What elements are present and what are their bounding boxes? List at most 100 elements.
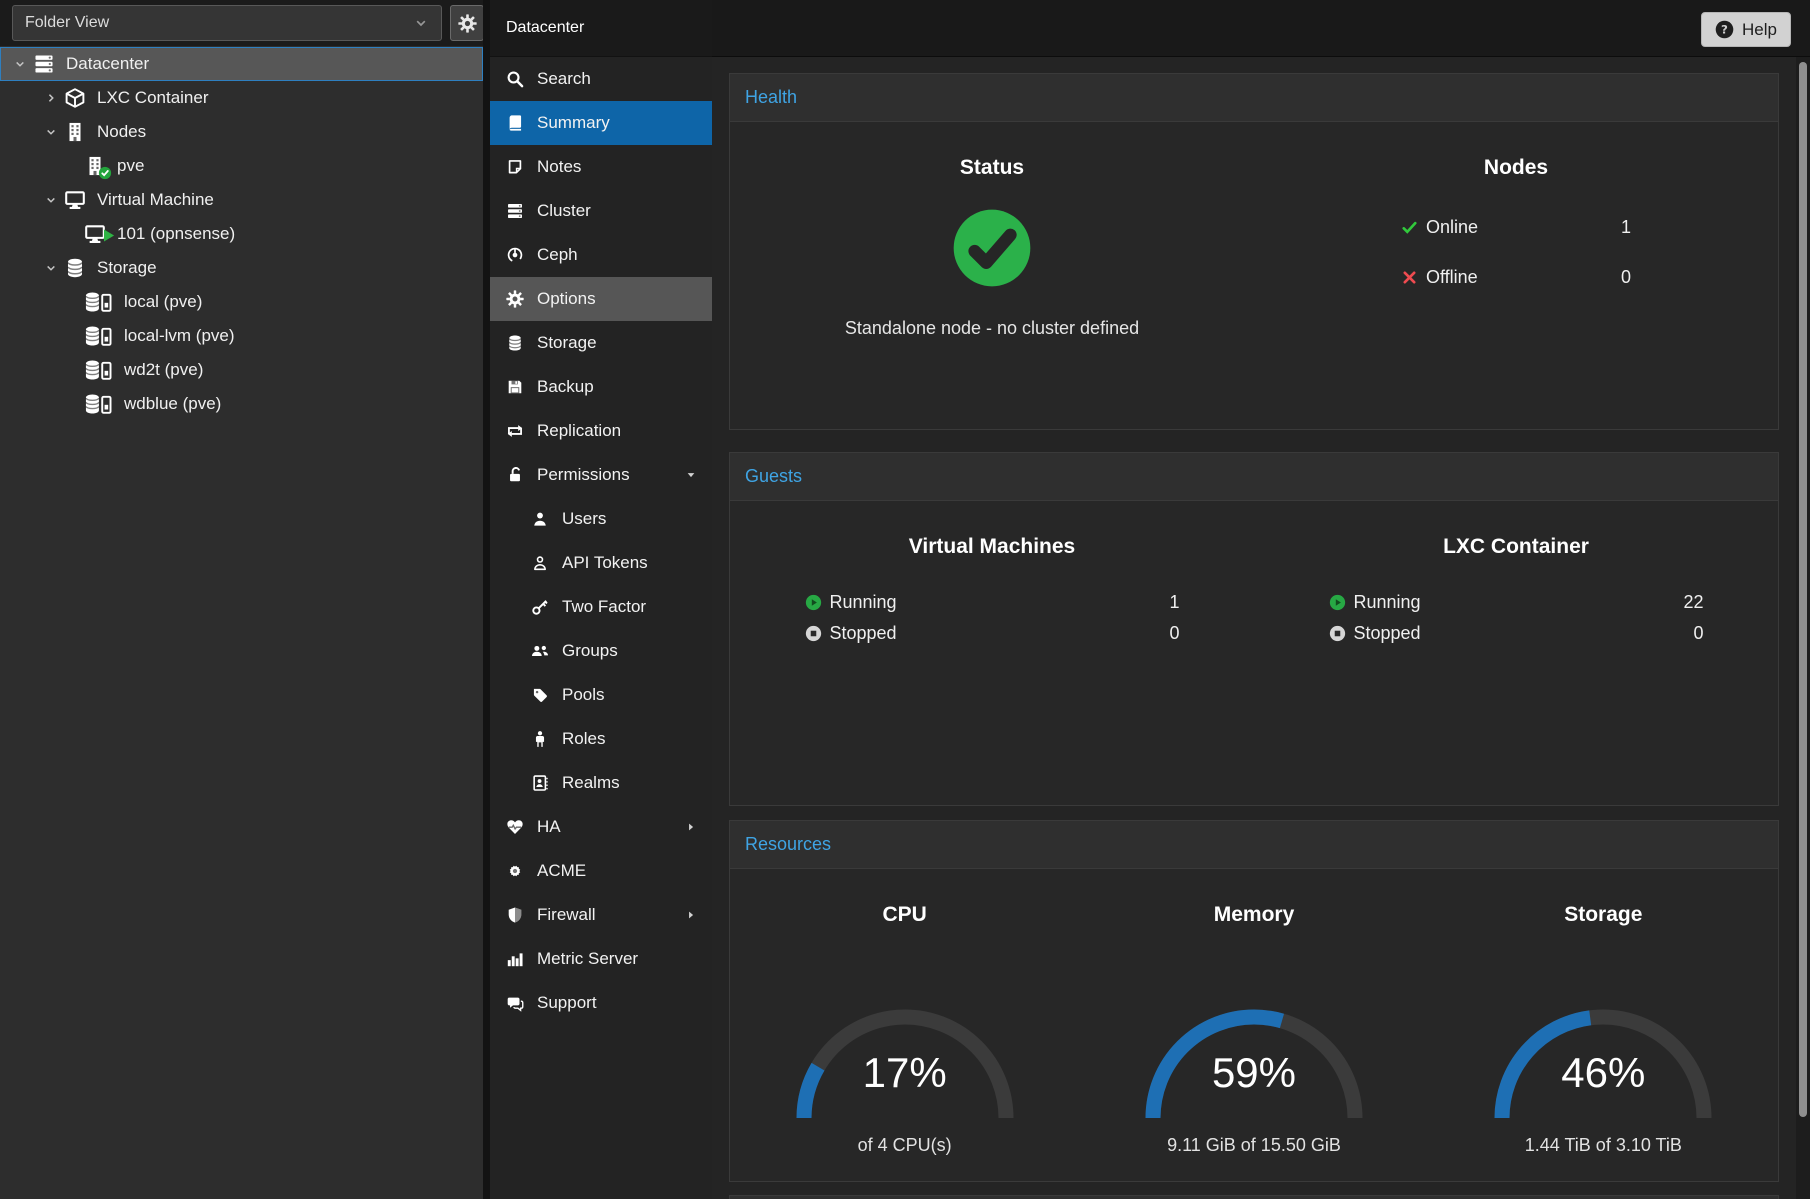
cpu-gauge-caption: of 4 CPU(s) — [730, 1135, 1079, 1156]
chevron-down-icon[interactable] — [44, 192, 64, 208]
lxc-running-row: Running 22 — [1329, 587, 1704, 618]
tree-item-label: Virtual Machine — [97, 190, 214, 210]
tree-item-local-lvm-pve[interactable]: local-lvm (pve) — [0, 319, 483, 353]
nav-list: SearchSummaryNotes Cluster Ceph Options Stor… — [490, 57, 712, 1025]
tree-item-lxc-container[interactable]: LXC Container — [0, 81, 483, 115]
nav-item-label: HA — [537, 817, 561, 837]
nav-item-ha[interactable]: HA — [490, 805, 712, 849]
nav-item-label: Two Factor — [562, 597, 646, 617]
health-panel: Health Status Standalone node - no clust… — [729, 73, 1779, 430]
desktop-icon — [64, 188, 86, 212]
heartbeat-icon — [506, 818, 524, 836]
chevron-down-icon — [413, 15, 429, 31]
database-icon — [506, 334, 524, 352]
nav-item-roles[interactable]: Roles — [490, 717, 712, 761]
nav-item-label: Options — [537, 289, 596, 309]
nav-item-api-tokens[interactable]: API Tokens — [490, 541, 712, 585]
nav-item-firewall[interactable]: Firewall — [490, 893, 712, 937]
note-icon — [506, 158, 524, 176]
storage-gauge-column: Storage46%1.44 TiB of 3.10 TiB — [1429, 869, 1778, 1156]
nav-item-summary[interactable]: Summary — [490, 101, 712, 145]
play-circle-icon — [1329, 594, 1346, 611]
tree-item-pve[interactable]: pve — [0, 149, 483, 183]
building-icon — [84, 154, 106, 178]
ceph-icon — [506, 246, 524, 264]
nav-item-users[interactable]: Users — [490, 497, 712, 541]
nav-item-label: ACME — [537, 861, 586, 881]
guest-state-label: Running — [1354, 592, 1421, 613]
database-hdd-icon — [84, 290, 113, 314]
stop-circle-icon — [805, 625, 822, 642]
nav-item-label: Cluster — [537, 201, 591, 221]
nav-item-storage[interactable]: Storage — [490, 321, 712, 365]
nav-item-support[interactable]: Support — [490, 981, 712, 1025]
nav-item-label: Pools — [562, 685, 605, 705]
shield-icon — [506, 906, 524, 924]
database-hdd-icon — [84, 358, 113, 382]
nav-item-metric-server[interactable]: Metric Server — [490, 937, 712, 981]
badge-play-icon — [101, 228, 116, 243]
nav-item-realms[interactable]: Realms — [490, 761, 712, 805]
guests-title: Guests — [745, 466, 802, 487]
summary-content: ? Help Health Status Standalone node - n… — [712, 0, 1810, 1199]
guest-count: 1 — [1169, 592, 1179, 613]
tag-icon — [531, 686, 549, 704]
memory-gauge-title: Memory — [1079, 903, 1428, 927]
chevron-down-icon[interactable] — [44, 124, 64, 140]
tree-item-label: wdblue (pve) — [124, 394, 221, 414]
nav-item-notes[interactable]: Notes — [490, 145, 712, 189]
chevron-right-icon[interactable] — [44, 90, 64, 106]
user-outline-icon — [531, 554, 549, 572]
certificate-icon — [506, 862, 524, 880]
view-selector-value: Folder View — [25, 14, 109, 32]
nav-item-permissions[interactable]: Permissions — [490, 453, 712, 497]
tree-item-local-pve[interactable]: local (pve) — [0, 285, 483, 319]
view-selector[interactable]: Folder View — [12, 5, 442, 41]
nav-item-acme[interactable]: ACME — [490, 849, 712, 893]
memory-gauge-percent: 59% — [1139, 1049, 1369, 1097]
tree-settings-button[interactable] — [450, 5, 484, 41]
tree-item-label: wd2t (pve) — [124, 360, 203, 380]
tree-item-nodes[interactable]: Nodes — [0, 115, 483, 149]
tree-item-101-opnsense[interactable]: 101 (opnsense) — [0, 217, 483, 251]
person-icon — [531, 730, 549, 748]
datacenter-nav-panel: Datacenter SearchSummaryNotesClusterCeph… — [490, 0, 712, 1199]
cpu-gauge-title: CPU — [730, 903, 1079, 927]
chevron-down-icon[interactable] — [13, 56, 33, 72]
caret-right-icon — [684, 820, 698, 834]
chevron-down-icon[interactable] — [44, 260, 64, 276]
nav-item-options[interactable]: Options — [490, 277, 712, 321]
question-circle-icon: ? — [1715, 20, 1734, 39]
scrollbar-thumb[interactable] — [1799, 62, 1807, 1117]
tree-item-label: LXC Container — [97, 88, 209, 108]
nav-item-pools[interactable]: Pools — [490, 673, 712, 717]
tree-item-wdblue-pve[interactable]: wdblue (pve) — [0, 387, 483, 421]
tree-item-storage[interactable]: Storage — [0, 251, 483, 285]
tree-item-label: local (pve) — [124, 292, 202, 312]
tree-item-label: Datacenter — [66, 54, 149, 74]
nav-item-groups[interactable]: Groups — [490, 629, 712, 673]
server-icon — [33, 52, 55, 76]
guest-count: 0 — [1693, 623, 1703, 644]
health-panel-header: Health — [730, 74, 1778, 122]
tree-item-wd2t-pve[interactable]: wd2t (pve) — [0, 353, 483, 387]
guest-count: 22 — [1683, 592, 1703, 613]
content-topbar: ? Help — [712, 0, 1810, 57]
memory-gauge-column: Memory59%9.11 GiB of 15.50 GiB — [1079, 869, 1428, 1156]
nav-item-ceph[interactable]: Ceph — [490, 233, 712, 277]
badge-check-icon — [98, 166, 112, 180]
tree-item-virtual-machine[interactable]: Virtual Machine — [0, 183, 483, 217]
nav-item-replication[interactable]: Replication — [490, 409, 712, 453]
tree-item-label: local-lvm (pve) — [124, 326, 235, 346]
nav-item-search[interactable]: Search — [490, 57, 712, 101]
nav-item-two-factor[interactable]: Two Factor — [490, 585, 712, 629]
nav-item-backup[interactable]: Backup — [490, 365, 712, 409]
help-button[interactable]: ? Help — [1701, 12, 1791, 47]
nodes-column: Nodes Online1Offline0 — [1254, 122, 1778, 339]
guests-panel-header: Guests — [730, 453, 1778, 501]
nav-item-cluster[interactable]: Cluster — [490, 189, 712, 233]
replication-icon — [506, 422, 524, 440]
tree-item-datacenter[interactable]: Datacenter — [0, 47, 483, 81]
node-status-label: Offline — [1426, 267, 1478, 288]
nav-item-label: Firewall — [537, 905, 596, 925]
